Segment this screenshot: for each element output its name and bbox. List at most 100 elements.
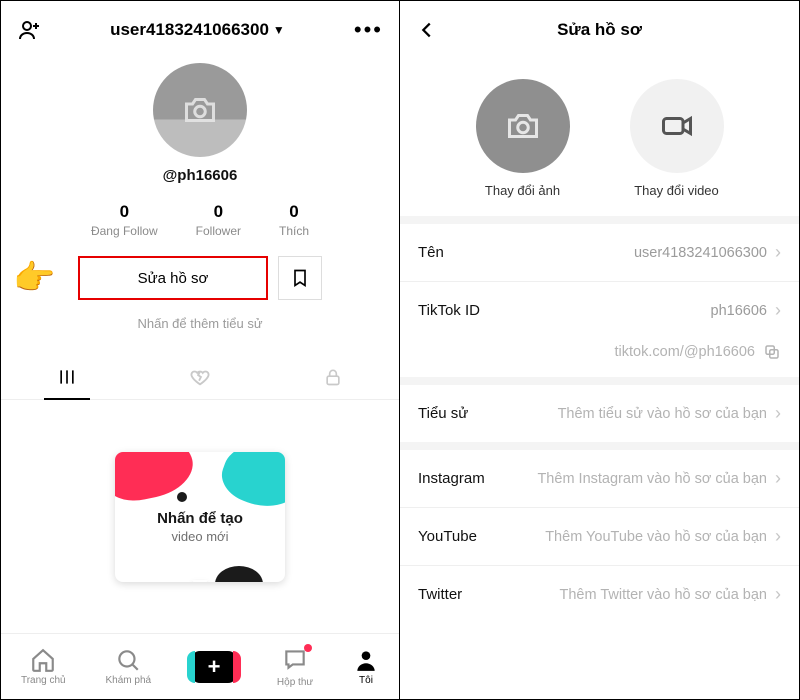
tab-grid[interactable] — [1, 355, 134, 399]
chevron-left-icon — [416, 19, 438, 41]
home-icon — [30, 647, 56, 673]
notification-dot-icon — [304, 644, 312, 652]
chevron-right-icon: › — [775, 526, 781, 547]
row-name[interactable]: Tên user4183241066300 › — [400, 224, 799, 281]
chevron-right-icon: › — [775, 300, 781, 321]
edit-profile-button[interactable]: Sửa hồ sơ — [78, 256, 268, 300]
chevron-down-icon: ▼ — [273, 23, 285, 37]
row-instagram[interactable]: Instagram Thêm Instagram vào hồ sơ của b… — [400, 450, 799, 507]
profile-link-text: tiktok.com/@ph16606 — [615, 344, 755, 360]
edit-body: Thay đổi ảnh Thay đổi video Tên user4183… — [400, 59, 799, 699]
nav-home[interactable]: Trang chủ — [21, 647, 66, 686]
nav-discover[interactable]: Khám phá — [106, 647, 152, 686]
more-icon[interactable]: ••• — [354, 17, 383, 43]
person-icon — [353, 647, 379, 673]
row-twitter[interactable]: Twitter Thêm Twitter vào hồ sơ của bạn › — [400, 566, 799, 623]
profile-screen: user4183241066300 ▼ ••• @ph16606 0 Đang … — [1, 1, 400, 699]
stat-likes[interactable]: 0 Thích — [279, 202, 309, 238]
back-button[interactable] — [416, 19, 438, 41]
tab-liked[interactable] — [134, 355, 267, 399]
photo-circle — [476, 79, 570, 173]
nav-me[interactable]: Tôi — [353, 647, 379, 686]
create-card-line2: video mới — [172, 529, 229, 544]
row-bio-key: Tiểu sử — [418, 405, 468, 422]
camera-icon — [505, 108, 541, 144]
stat-likes-count: 0 — [279, 202, 309, 222]
row-tiktokid-key: TikTok ID — [418, 302, 480, 319]
row-instagram-value: Thêm Instagram vào hồ sơ của bạn — [537, 471, 767, 487]
media-row: Thay đổi ảnh Thay đổi video — [400, 59, 799, 216]
section-divider — [400, 442, 799, 450]
video-circle — [630, 79, 724, 173]
blob-decor — [215, 452, 285, 518]
row-name-key: Tên — [418, 244, 444, 261]
blob-decor — [177, 492, 187, 502]
chevron-right-icon: › — [775, 242, 781, 263]
create-card-line1: Nhấn để tạo — [157, 510, 243, 527]
edit-header: Sửa hồ sơ — [400, 1, 799, 59]
stat-following[interactable]: 0 Đang Follow — [91, 202, 158, 238]
change-photo-label: Thay đổi ảnh — [485, 183, 560, 198]
username-label: user4183241066300 — [110, 20, 269, 40]
chevron-right-icon: › — [775, 403, 781, 424]
create-video-card[interactable]: Nhấn để tạo video mới — [115, 452, 285, 582]
change-video-label: Thay đổi video — [634, 183, 719, 198]
change-video[interactable]: Thay đổi video — [630, 79, 724, 198]
tooltip-arrow — [192, 580, 208, 582]
profile-tabs — [1, 355, 399, 400]
blob-decor — [215, 566, 263, 582]
row-twitter-key: Twitter — [418, 586, 462, 603]
add-friend-icon[interactable] — [17, 18, 41, 42]
nav-create[interactable]: + — [191, 651, 237, 683]
bio-hint[interactable]: Nhấn để thêm tiểu sử — [137, 316, 262, 331]
edit-profile-row: 👉 Sửa hồ sơ — [1, 256, 399, 300]
profile-header: user4183241066300 ▼ ••• — [1, 1, 399, 59]
row-twitter-value: Thêm Twitter vào hồ sơ của bạn — [559, 587, 767, 603]
handle-label: @ph16606 — [163, 167, 238, 184]
chevron-right-icon: › — [775, 584, 781, 605]
nav-inbox-label: Hộp thư — [277, 677, 313, 688]
grid-icon — [57, 367, 77, 387]
copy-icon — [763, 343, 781, 361]
profile-body: @ph16606 0 Đang Follow 0 Follower 0 Thíc… — [1, 59, 399, 633]
row-tiktok-id[interactable]: TikTok ID ph16606› — [400, 282, 799, 339]
avatar[interactable] — [153, 63, 247, 157]
nav-inbox[interactable]: Hộp thư — [277, 646, 313, 688]
feed-area: Nhấn để tạo video mới — [1, 400, 399, 633]
bookmark-icon — [290, 268, 310, 288]
plus-icon: + — [191, 651, 237, 683]
username-dropdown[interactable]: user4183241066300 ▼ — [110, 20, 285, 40]
row-instagram-key: Instagram — [418, 470, 485, 487]
nav-discover-label: Khám phá — [106, 675, 152, 686]
nav-home-label: Trang chủ — [21, 675, 66, 686]
change-photo[interactable]: Thay đổi ảnh — [476, 79, 570, 198]
pointing-hand-icon: 👉 — [13, 258, 55, 298]
row-youtube[interactable]: YouTube Thêm YouTube vào hồ sơ của bạn › — [400, 508, 799, 565]
edit-profile-label: Sửa hồ sơ — [138, 270, 209, 287]
row-name-value: user4183241066300 — [634, 245, 767, 261]
row-profile-link[interactable]: tiktok.com/@ph16606 — [400, 339, 799, 377]
edit-profile-screen: Sửa hồ sơ Thay đổi ảnh Thay đổi video — [400, 1, 799, 699]
section-divider — [400, 216, 799, 224]
row-youtube-value: Thêm YouTube vào hồ sơ của bạn — [545, 529, 767, 545]
section-divider — [400, 377, 799, 385]
stat-followers-count: 0 — [196, 202, 241, 222]
stats-row: 0 Đang Follow 0 Follower 0 Thích — [1, 202, 399, 238]
bookmark-button[interactable] — [278, 256, 322, 300]
tab-private[interactable] — [266, 355, 399, 399]
camera-icon — [182, 92, 218, 128]
heart-broken-icon — [189, 366, 211, 388]
bottom-nav: Trang chủ Khám phá + Hộp thư Tôi — [1, 633, 399, 699]
nav-me-label: Tôi — [359, 675, 373, 686]
stat-likes-label: Thích — [279, 224, 309, 238]
stat-followers[interactable]: 0 Follower — [196, 202, 241, 238]
stat-followers-label: Follower — [196, 224, 241, 238]
video-icon — [659, 108, 695, 144]
chevron-right-icon: › — [775, 468, 781, 489]
row-bio[interactable]: Tiểu sử Thêm tiểu sử vào hồ sơ của bạn › — [400, 385, 799, 442]
lock-icon — [323, 367, 343, 387]
stat-following-label: Đang Follow — [91, 224, 158, 238]
edit-header-title: Sửa hồ sơ — [557, 20, 642, 40]
row-youtube-key: YouTube — [418, 528, 477, 545]
row-bio-value: Thêm tiểu sử vào hồ sơ của bạn — [558, 406, 767, 422]
